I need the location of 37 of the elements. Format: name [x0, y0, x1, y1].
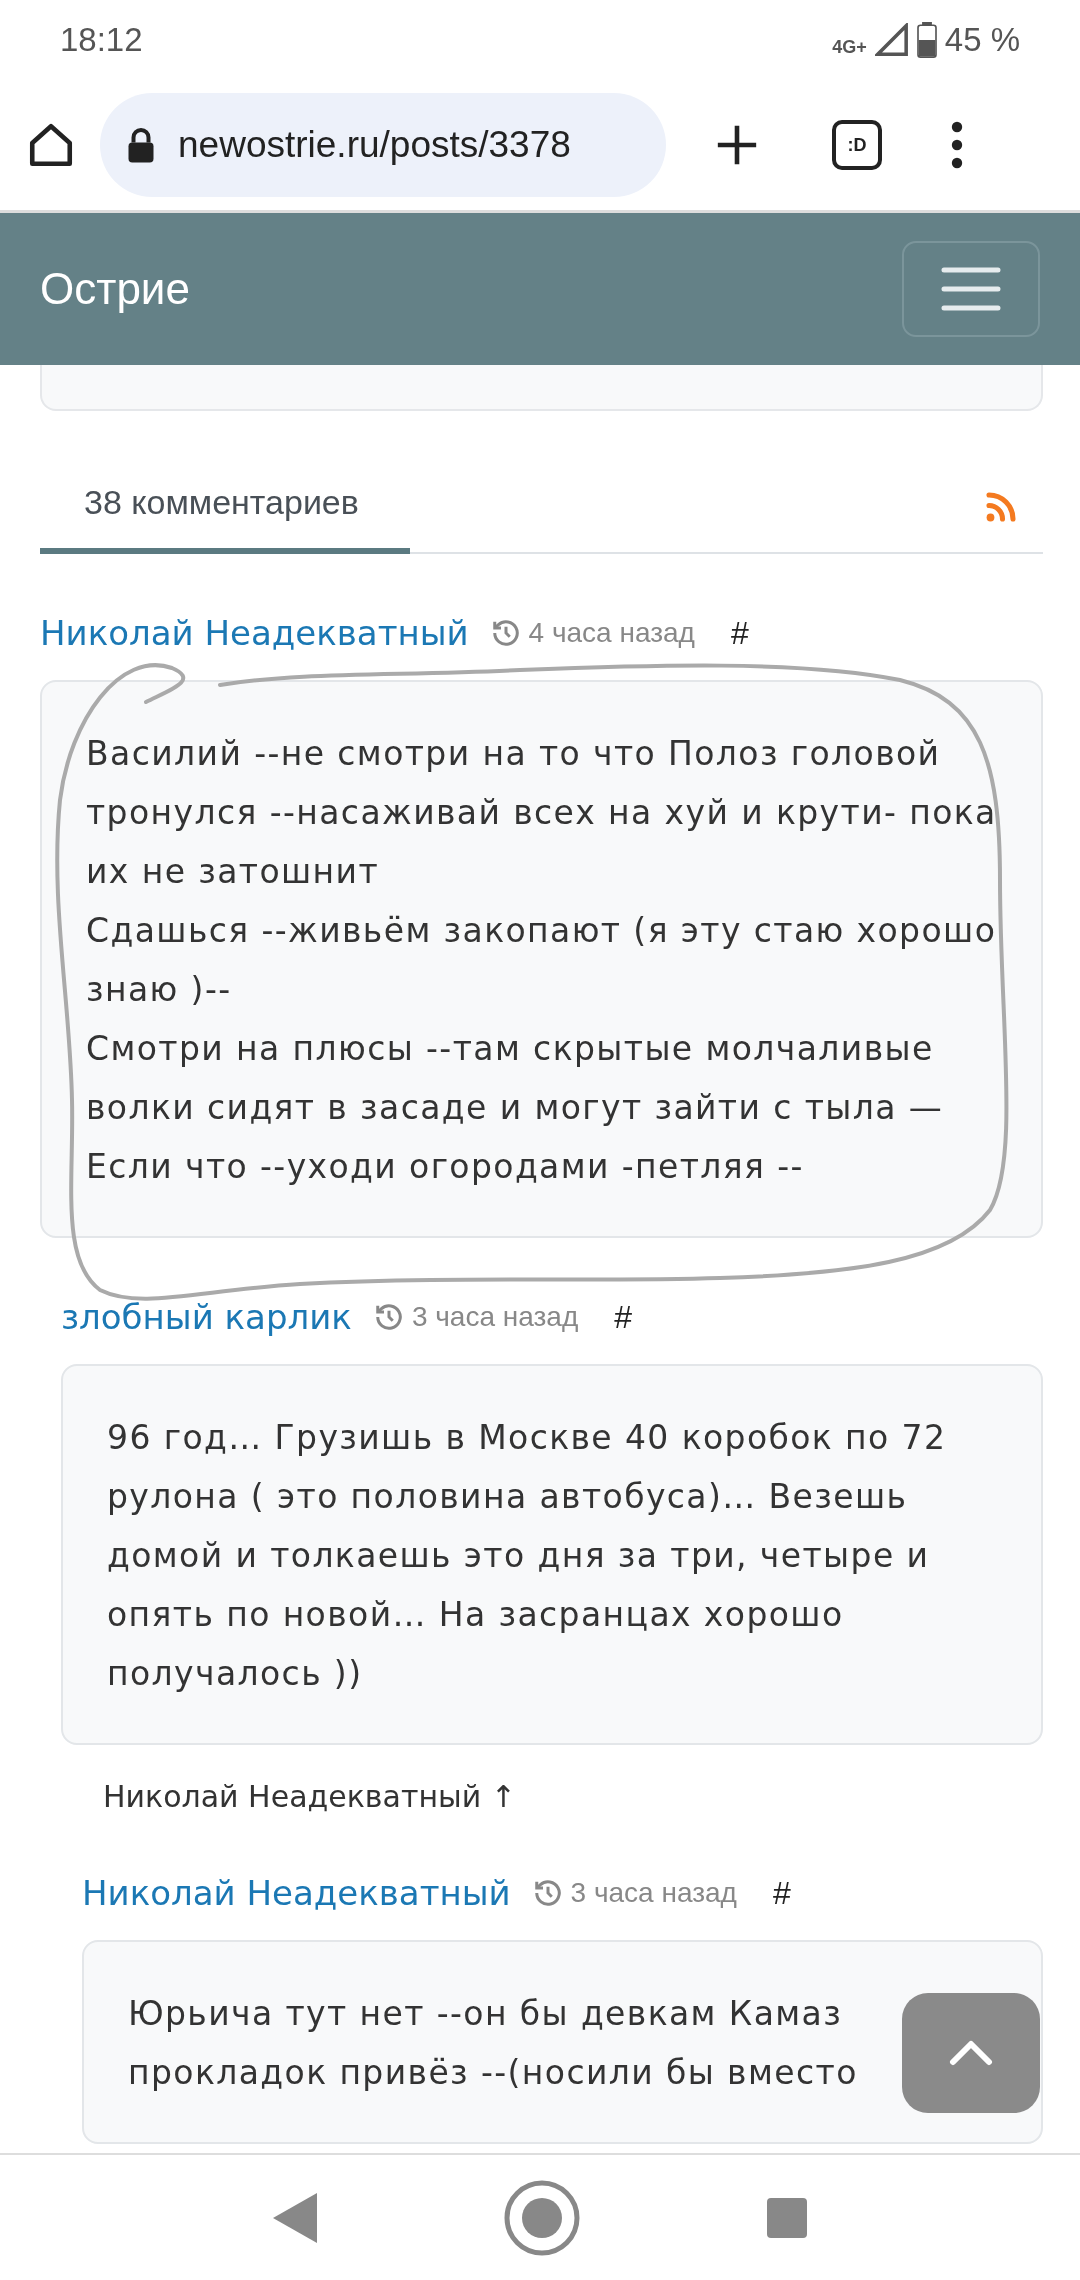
menu-button[interactable]: [902, 241, 1040, 337]
site-logo[interactable]: Острие: [40, 264, 190, 314]
tab-switcher-button[interactable]: :D: [832, 120, 882, 170]
back-icon[interactable]: [273, 2192, 318, 2243]
chevron-up-icon: [949, 2040, 993, 2066]
anchor-link[interactable]: #: [614, 1298, 633, 1336]
comment-time: 3 часа назад: [411, 1301, 579, 1333]
comment-text: Если что --уходи огородами -петляя --: [86, 1146, 805, 1188]
comment-time: 3 часа назад: [570, 1877, 737, 1909]
author-link[interactable]: злобный карлик: [61, 1297, 352, 1337]
comment-time: 4 часа назад: [528, 617, 695, 649]
anchor-link[interactable]: #: [730, 614, 749, 652]
comments-tab[interactable]: 38 комментариев: [40, 461, 410, 554]
author-link[interactable]: Николай Неадекватный: [82, 1873, 511, 1913]
author-link[interactable]: Николай Неадекватный: [40, 613, 469, 653]
lock-icon: [126, 127, 156, 163]
comment-text: Василий --не смотри на то что Полоз головой тронулся --насаживай всех на хуй и крути- пока их не затошнит: [86, 733, 998, 893]
network-type: 4G+: [832, 37, 867, 58]
more-icon[interactable]: [950, 121, 964, 169]
url-field[interactable]: newostrie.ru/posts/3378: [100, 93, 666, 197]
comment-text: Смотри на плюсы --там скрытые молчаливые волки сидят в засаде и могут зайти с тыла —: [86, 1028, 945, 1129]
comment-text: Юрьича тут нет --он бы девкам Камаз прокладок привёз --(носили бы вместо: [128, 1993, 859, 2094]
history-icon: [373, 1302, 404, 1332]
comment-text: Сдашься --живьём закопают (я эту стаю хорошо знаю )--: [86, 910, 998, 1011]
parent-comment-link[interactable]: Николай Неадекватный ↑: [103, 1779, 1043, 1814]
recents-icon[interactable]: [766, 2197, 807, 2238]
comment-text: 96 год… Грузишь в Москве 40 коробок по 72 рулона ( это половина автобуса)… Везешь домой и толкаешь это дня за три, четыре и опять по новой… На засранцах хорошо получалось )): [107, 1417, 948, 1695]
home-button-icon[interactable]: [504, 2179, 580, 2256]
anchor-link[interactable]: #: [772, 1874, 791, 1912]
history-icon: [532, 1878, 563, 1908]
history-icon: [490, 618, 521, 648]
battery-level: 45 %: [944, 21, 1020, 59]
scroll-top-button[interactable]: [902, 1993, 1040, 2113]
signal-icon: [874, 23, 909, 57]
battery-icon: [916, 22, 937, 58]
menu-icon: [940, 266, 1002, 312]
clock: 18:12: [60, 21, 143, 59]
